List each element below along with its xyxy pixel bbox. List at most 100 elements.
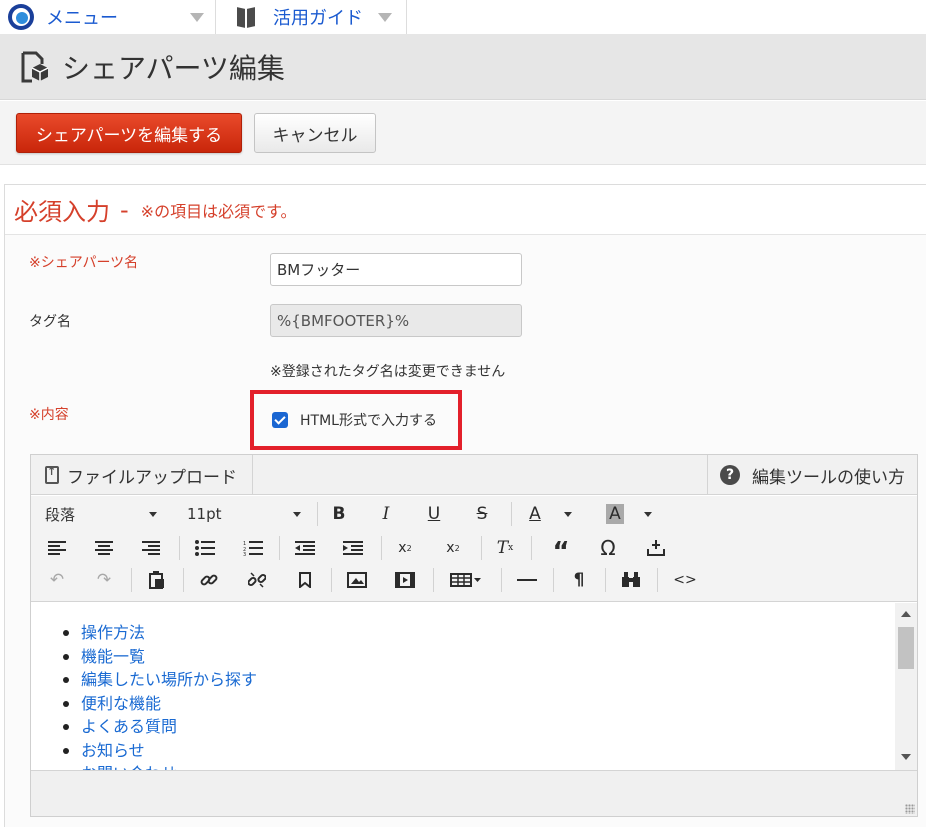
- guide-label: 活用ガイド: [273, 8, 363, 29]
- share-parts-name-input[interactable]: [270, 253, 522, 286]
- list-item[interactable]: 編集したい場所から探す: [62, 668, 257, 692]
- svg-text:3: 3: [243, 552, 246, 556]
- tag-name-label: タグ名: [29, 314, 71, 330]
- unlink-icon[interactable]: [243, 567, 271, 593]
- section-dash: -: [120, 195, 129, 224]
- chevron-down-icon: [190, 13, 204, 22]
- editor-header: ファイルアップロード ? 編集ツールの使い方: [31, 455, 917, 495]
- toolbar-separator: [657, 568, 658, 592]
- paragraph-mark-icon[interactable]: ¶: [565, 567, 593, 593]
- text-color-dropdown[interactable]: [561, 501, 575, 527]
- html-input-label: HTML形式で入力する: [300, 413, 437, 429]
- strikethrough-button[interactable]: S: [468, 501, 496, 527]
- table-icon[interactable]: [445, 567, 487, 593]
- paragraph-format-select[interactable]: 段落: [45, 501, 161, 527]
- image-icon[interactable]: [343, 567, 371, 593]
- numbered-list-icon[interactable]: 123: [239, 535, 267, 561]
- clear-formatting-icon[interactable]: Tx: [491, 535, 519, 561]
- chevron-down-icon: [149, 512, 157, 517]
- document-edit-icon: [21, 51, 49, 82]
- list-item[interactable]: お知らせ: [62, 739, 257, 763]
- chevron-down-icon: [293, 512, 301, 517]
- list-item[interactable]: 便利な機能: [62, 692, 257, 716]
- align-left-icon[interactable]: [43, 535, 71, 561]
- required-note: ※の項目は必須です。: [140, 201, 297, 221]
- scroll-up-icon[interactable]: [901, 611, 911, 617]
- align-right-icon[interactable]: [137, 535, 165, 561]
- help-icon: ?: [720, 465, 740, 485]
- editor-help-label: 編集ツールの使い方: [752, 467, 905, 488]
- indent-icon[interactable]: [339, 535, 367, 561]
- bullet-list-icon[interactable]: [191, 535, 219, 561]
- bold-button[interactable]: B: [325, 501, 353, 527]
- toolbar-separator: [433, 568, 434, 592]
- paragraph-format-value: 段落: [45, 505, 76, 524]
- editor-help-button[interactable]: ? 編集ツールの使い方: [707, 455, 917, 495]
- toolbar-separator: [531, 536, 532, 560]
- tag-name-helper: ※登録されたタグ名は変更できません: [270, 364, 506, 380]
- align-center-icon[interactable]: [90, 535, 118, 561]
- font-size-select[interactable]: 11pt: [187, 501, 305, 527]
- menu-button[interactable]: メニュー: [0, 0, 216, 34]
- underline-button[interactable]: U: [420, 501, 448, 527]
- list-item[interactable]: お問い合わせ: [81, 762, 257, 770]
- toolbar-separator: [279, 536, 280, 560]
- page-title: シェアパーツ編集: [62, 51, 285, 85]
- list-item[interactable]: よくある質問: [62, 715, 257, 739]
- top-nav-bar: メニュー 活用ガイド: [0, 0, 926, 34]
- superscript-icon[interactable]: x2: [439, 535, 467, 561]
- toolbar-row-formatting: 段落 11pt B I U S A A: [31, 498, 917, 530]
- action-bar: シェアパーツを編集する キャンセル: [0, 101, 926, 165]
- background-color-button[interactable]: A: [601, 501, 629, 527]
- toolbar-separator: [501, 568, 502, 592]
- editor-status-bar: [31, 770, 917, 816]
- toolbar-separator: [553, 568, 554, 592]
- italic-button[interactable]: I: [372, 501, 400, 527]
- text-color-button[interactable]: A: [521, 501, 549, 527]
- cancel-button[interactable]: キャンセル: [254, 113, 376, 153]
- bookmark-icon[interactable]: [291, 567, 319, 593]
- subscript-icon[interactable]: x2: [391, 535, 419, 561]
- paste-icon[interactable]: [143, 567, 171, 593]
- html-input-toggle[interactable]: HTML形式で入力する: [250, 390, 462, 450]
- redo-icon[interactable]: ↷: [90, 567, 118, 593]
- title-bar: シェアパーツ編集: [0, 34, 926, 100]
- source-code-icon[interactable]: <>: [671, 567, 699, 593]
- outdent-icon[interactable]: [291, 535, 319, 561]
- toolbar-separator: [511, 502, 512, 526]
- scroll-down-icon[interactable]: [901, 754, 911, 760]
- toolbar-separator: [179, 536, 180, 560]
- link-icon[interactable]: [195, 567, 223, 593]
- list-item[interactable]: 機能一覧: [62, 645, 257, 669]
- toolbar-separator: [481, 536, 482, 560]
- file-upload-label: ファイルアップロード: [67, 467, 237, 488]
- scroll-thumb[interactable]: [898, 627, 914, 669]
- content-link-list: 操作方法 機能一覧 編集したい場所から探す 便利な機能 よくある質問 お知らせ …: [62, 621, 257, 770]
- html-input-checkbox[interactable]: [272, 412, 288, 428]
- background-color-dropdown[interactable]: [641, 501, 655, 527]
- rich-text-editor: ファイルアップロード ? 編集ツールの使い方 段落 11pt B I: [30, 454, 918, 817]
- horizontal-rule-icon[interactable]: [513, 567, 541, 593]
- submit-edit-button[interactable]: シェアパーツを編集する: [16, 113, 242, 153]
- toolbar-separator: [381, 536, 382, 560]
- guide-button[interactable]: 活用ガイド: [217, 0, 407, 34]
- insert-icon[interactable]: [642, 535, 670, 561]
- special-character-icon[interactable]: Ω: [594, 535, 622, 561]
- upload-icon: [45, 465, 59, 484]
- resize-handle-icon[interactable]: [905, 804, 915, 814]
- book-icon: [237, 6, 255, 28]
- find-replace-icon[interactable]: [617, 567, 645, 593]
- video-icon[interactable]: [391, 567, 419, 593]
- list-item[interactable]: 操作方法: [62, 621, 257, 645]
- blockquote-icon[interactable]: “: [547, 535, 575, 567]
- font-size-value: 11pt: [187, 505, 222, 523]
- toolbar-row-insert: ↶ ↷ ¶ <>: [31, 564, 917, 596]
- file-upload-button[interactable]: ファイルアップロード: [31, 455, 253, 495]
- required-input-panel: 必須入力 - ※の項目は必須です。 ※シェアパーツ名 タグ名 ※登録されたタグ名…: [4, 184, 926, 827]
- editor-scrollbar[interactable]: [895, 603, 917, 770]
- toolbar-separator: [131, 568, 132, 592]
- editor-toolbar: 段落 11pt B I U S A A 1 2 3 x 2 x 2 T x “ …: [31, 496, 917, 602]
- content-label: ※内容: [29, 407, 69, 423]
- editor-content-area[interactable]: 操作方法 機能一覧 編集したい場所から探す 便利な機能 よくある質問 お知らせ …: [31, 603, 917, 770]
- undo-icon[interactable]: ↶: [43, 567, 71, 593]
